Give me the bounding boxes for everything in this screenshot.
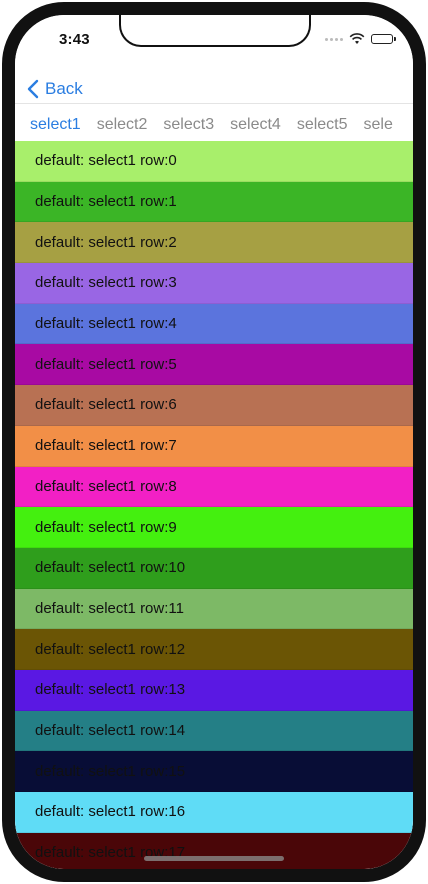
status-icons — [325, 33, 396, 45]
list-item[interactable]: default: select1 row:14 — [15, 710, 413, 752]
row-label: default: select1 row:2 — [35, 233, 177, 251]
phone-frame: 3:43 Back select1 select2 select3 select… — [0, 0, 428, 884]
tab-sele[interactable]: sele — [356, 116, 401, 134]
device-bezel: 3:43 Back select1 select2 select3 select… — [2, 2, 426, 882]
list-item[interactable]: default: select1 row:9 — [15, 507, 413, 548]
row-label: default: select1 row:4 — [35, 315, 177, 333]
row-label: default: select1 row:0 — [35, 152, 177, 170]
row-label: default: select1 row:10 — [35, 559, 186, 577]
list-item[interactable]: default: select1 row:6 — [15, 385, 413, 426]
list-item[interactable]: default: select1 row:3 — [15, 263, 413, 304]
list-item[interactable]: default: select1 row:15 — [15, 751, 413, 792]
row-label: default: select1 row:14 — [35, 721, 186, 739]
tab-select3[interactable]: select3 — [155, 116, 222, 134]
list-item[interactable]: default: select1 row:12 — [15, 629, 413, 670]
device-notch — [119, 15, 311, 47]
wifi-icon — [349, 33, 365, 44]
tab-select2[interactable]: select2 — [89, 116, 156, 134]
back-label: Back — [45, 79, 83, 98]
tab-select4[interactable]: select4 — [222, 116, 289, 134]
row-label: default: select1 row:3 — [35, 274, 177, 292]
list-item[interactable]: default: select1 row:2 — [15, 222, 413, 264]
list-item[interactable]: default: select1 row:13 — [15, 669, 413, 711]
chevron-left-icon — [27, 79, 39, 99]
screen: 3:43 Back select1 select2 select3 select… — [15, 15, 413, 869]
list-item[interactable]: default: select1 row:5 — [15, 344, 413, 386]
row-label: default: select1 row:9 — [35, 518, 177, 536]
row-label: default: select1 row:11 — [35, 599, 184, 617]
list-item[interactable]: default: select1 row:16 — [15, 792, 413, 833]
home-indicator — [144, 856, 284, 861]
status-time: 3:43 — [59, 31, 90, 48]
signal-icon — [325, 37, 343, 41]
list-item[interactable]: default: select1 row:10 — [15, 547, 413, 589]
color-row-list: default: select1 row:0 default: select1 r… — [15, 141, 413, 869]
row-label: default: select1 row:6 — [35, 396, 177, 414]
row-label: default: select1 row:1 — [35, 193, 177, 211]
row-label: default: select1 row:5 — [35, 355, 177, 373]
tab-select5[interactable]: select5 — [289, 116, 356, 134]
battery-icon — [371, 34, 396, 44]
row-label: default: select1 row:16 — [35, 803, 186, 821]
row-label: default: select1 row:8 — [35, 477, 177, 495]
list-item[interactable]: default: select1 row:17 — [15, 832, 413, 869]
tab-select1[interactable]: select1 — [22, 116, 89, 146]
row-label: default: select1 row:12 — [35, 640, 186, 658]
list-item[interactable]: default: select1 row:7 — [15, 425, 413, 467]
list-item[interactable]: default: select1 row:11 — [15, 588, 413, 630]
row-label: default: select1 row:13 — [35, 681, 186, 699]
row-label: default: select1 row:7 — [35, 437, 177, 455]
list-item[interactable]: default: select1 row:8 — [15, 466, 413, 508]
row-label: default: select1 row:15 — [35, 762, 186, 780]
back-button[interactable]: Back — [27, 79, 83, 99]
list-item[interactable]: default: select1 row:4 — [15, 303, 413, 345]
list-item[interactable]: default: select1 row:1 — [15, 181, 413, 223]
list-item[interactable]: default: select1 row:0 — [15, 141, 413, 182]
